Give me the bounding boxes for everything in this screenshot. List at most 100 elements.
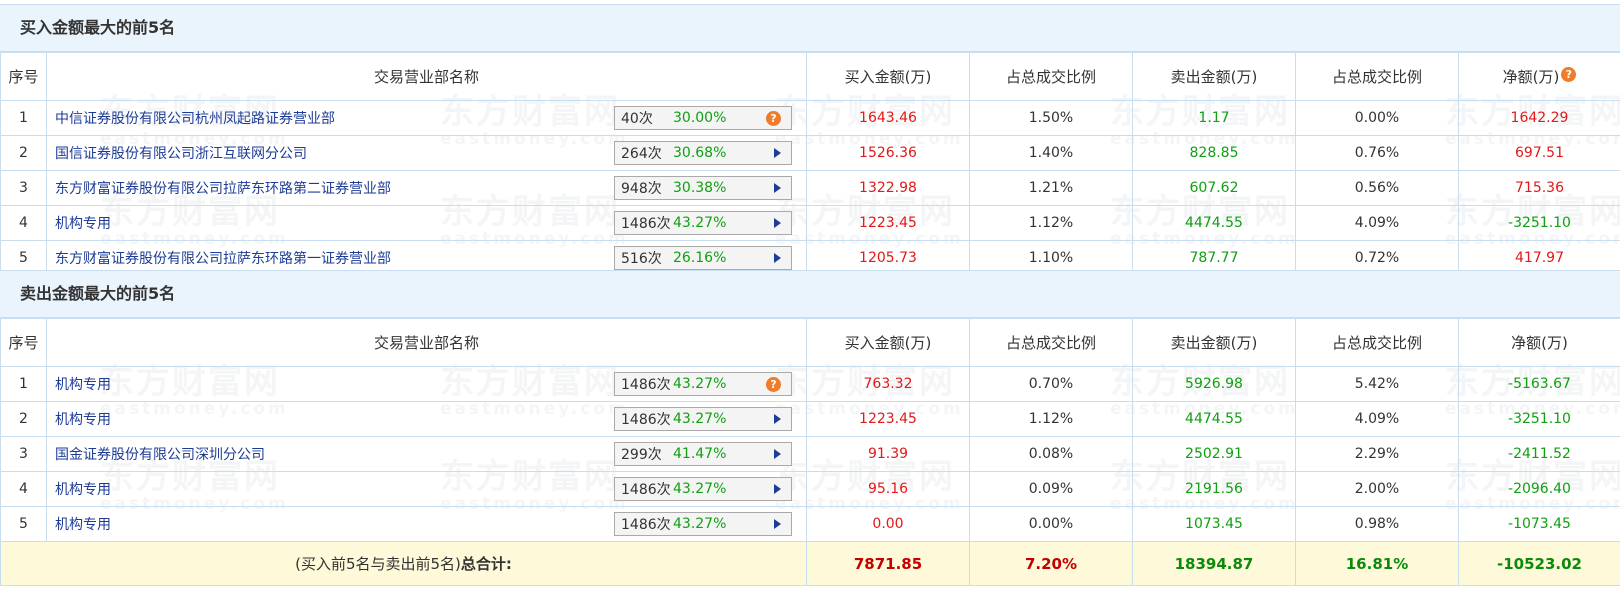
- header-net-label: 净额(万): [1502, 68, 1560, 86]
- trade-win-rate: 41.47%: [673, 446, 727, 462]
- play-arrow-icon[interactable]: [774, 519, 781, 529]
- sell-section-title: 卖出金额最大的前5名: [0, 270, 1620, 318]
- header-sell: 卖出金额(万): [1132, 52, 1296, 101]
- broker-name-link[interactable]: 机构专用: [55, 374, 111, 394]
- trade-stats-badge[interactable]: 1486次 43.27%: [614, 477, 792, 501]
- net-amount: -1073.45: [1458, 506, 1620, 542]
- net-amount: -2411.52: [1458, 436, 1620, 472]
- broker-cell: 机构专用 1486次 43.27%: [46, 401, 807, 437]
- sell-amount: 4474.55: [1132, 401, 1296, 437]
- header-sell-ratio: 占总成交比例: [1295, 52, 1459, 101]
- trade-stats-badge[interactable]: 299次 41.47%: [614, 442, 792, 466]
- broker-name-link[interactable]: 机构专用: [55, 479, 111, 499]
- total-label-bold: 总合计:: [460, 555, 512, 573]
- buy-ratio: 0.70%: [969, 366, 1133, 402]
- buy-amount: 95.16: [806, 471, 970, 507]
- header-buy: 买入金额(万): [806, 52, 970, 101]
- trade-stats-badge[interactable]: 1486次 43.27%: [614, 512, 792, 536]
- header-buy: 买入金额(万): [806, 318, 970, 367]
- table-row: 3 国金证券股份有限公司深圳分公司 299次 41.47% 91.39 0.08% 2502…: [0, 436, 1620, 472]
- broker-name-link[interactable]: 机构专用: [55, 409, 111, 429]
- trade-stats-badge[interactable]: 264次 30.68%: [614, 141, 792, 165]
- broker-name-link[interactable]: 东方财富证券股份有限公司拉萨东环路第一证券营业部: [55, 248, 391, 268]
- trade-stats-badge[interactable]: 1486次 43.27%?: [614, 372, 792, 396]
- question-icon[interactable]: ?: [766, 110, 781, 126]
- trade-count: 948次: [621, 181, 662, 197]
- trade-stats-badge[interactable]: 948次 30.38%: [614, 176, 792, 200]
- sell-ratio: 0.00%: [1295, 100, 1459, 136]
- table-row: 3 东方财富证券股份有限公司拉萨东环路第二证券营业部 948次 30.38% 1322.…: [0, 170, 1620, 206]
- header-name: 交易营业部名称: [46, 318, 807, 367]
- broker-cell: 中信证券股份有限公司杭州凤起路证券营业部 40次 30.00%?: [46, 100, 807, 136]
- row-index: 5: [0, 506, 47, 542]
- net-amount: 1642.29: [1458, 100, 1620, 136]
- trade-stats-badge[interactable]: 516次 26.16%: [614, 246, 792, 270]
- play-arrow-icon[interactable]: [774, 183, 781, 193]
- trade-win-rate: 43.27%: [673, 376, 727, 392]
- buy-amount: 1223.45: [806, 205, 970, 241]
- row-index: 2: [0, 401, 47, 437]
- play-arrow-icon[interactable]: [774, 218, 781, 228]
- sell-ratio: 4.09%: [1295, 401, 1459, 437]
- buy-amount: 91.39: [806, 436, 970, 472]
- header-sell-ratio: 占总成交比例: [1295, 318, 1459, 367]
- broker-cell: 国金证券股份有限公司深圳分公司 299次 41.47%: [46, 436, 807, 472]
- row-index: 1: [0, 366, 47, 402]
- trade-count: 1486次: [621, 377, 671, 393]
- sell-ratio: 4.09%: [1295, 205, 1459, 241]
- trade-stats-badge[interactable]: 1486次 43.27%: [614, 211, 792, 235]
- row-index: 4: [0, 471, 47, 507]
- trade-count: 1486次: [621, 216, 671, 232]
- play-arrow-icon[interactable]: [774, 484, 781, 494]
- total-sell: 18394.87: [1132, 541, 1296, 586]
- buy-amount: 1526.36: [806, 135, 970, 171]
- total-net: -10523.02: [1458, 541, 1620, 586]
- table-row: 4 机构专用 1486次 43.27% 95.16 0.09% 2191.56 2.00% -2…: [0, 471, 1620, 507]
- play-arrow-icon[interactable]: [774, 253, 781, 263]
- play-arrow-icon[interactable]: [774, 148, 781, 158]
- broker-cell: 机构专用 1486次 43.27%: [46, 506, 807, 542]
- header-idx: 序号: [0, 318, 47, 367]
- sell-top5-table: 序号 交易营业部名称 买入金额(万) 占总成交比例 卖出金额(万) 占总成交比例…: [0, 318, 1620, 586]
- net-amount: 697.51: [1458, 135, 1620, 171]
- trade-count: 516次: [621, 251, 662, 267]
- table-row: 5 机构专用 1486次 43.27% 0.00 0.00% 1073.45 0.98% -10…: [0, 506, 1620, 542]
- buy-ratio: 1.21%: [969, 170, 1133, 206]
- trade-stats-badge[interactable]: 1486次 43.27%: [614, 407, 792, 431]
- sell-ratio: 5.42%: [1295, 366, 1459, 402]
- header-buy-ratio: 占总成交比例: [969, 318, 1133, 367]
- buy-top5-table: 序号 交易营业部名称 买入金额(万) 占总成交比例 卖出金额(万) 占总成交比例…: [0, 52, 1620, 276]
- broker-name-link[interactable]: 机构专用: [55, 213, 111, 233]
- table-row: 1 机构专用 1486次 43.27%? 763.32 0.70% 5926.98 5.42%…: [0, 366, 1620, 402]
- trade-count: 1486次: [621, 482, 671, 498]
- broker-name-link[interactable]: 东方财富证券股份有限公司拉萨东环路第二证券营业部: [55, 178, 391, 198]
- sell-ratio: 0.56%: [1295, 170, 1459, 206]
- sell-ratio: 0.76%: [1295, 135, 1459, 171]
- sell-ratio: 2.00%: [1295, 471, 1459, 507]
- play-arrow-icon[interactable]: [774, 414, 781, 424]
- trade-count: 1486次: [621, 412, 671, 428]
- trade-win-rate: 43.27%: [673, 516, 727, 532]
- row-index: 4: [0, 205, 47, 241]
- question-icon[interactable]: ?: [766, 376, 781, 392]
- trade-stats-badge[interactable]: 40次 30.00%?: [614, 106, 792, 130]
- trade-win-rate: 30.38%: [673, 180, 727, 196]
- broker-name-link[interactable]: 国金证券股份有限公司深圳分公司: [55, 444, 265, 464]
- play-arrow-icon[interactable]: [774, 449, 781, 459]
- table-row: 2 机构专用 1486次 43.27% 1223.45 1.12% 4474.55 4.09%…: [0, 401, 1620, 437]
- buy-section-title: 买入金额最大的前5名: [0, 4, 1620, 52]
- sell-ratio: 2.29%: [1295, 436, 1459, 472]
- broker-name-link[interactable]: 机构专用: [55, 514, 111, 534]
- header-name: 交易营业部名称: [46, 52, 807, 101]
- broker-name-link[interactable]: 国信证券股份有限公司浙江互联网分公司: [55, 143, 307, 163]
- buy-ratio: 1.40%: [969, 135, 1133, 171]
- sell-amount: 5926.98: [1132, 366, 1296, 402]
- table-header-row: 序号 交易营业部名称 买入金额(万) 占总成交比例 卖出金额(万) 占总成交比例…: [0, 318, 1620, 367]
- header-idx: 序号: [0, 52, 47, 101]
- broker-name-link[interactable]: 中信证券股份有限公司杭州凤起路证券营业部: [55, 108, 335, 128]
- question-icon[interactable]: ?: [1561, 67, 1577, 82]
- trade-win-rate: 43.27%: [673, 481, 727, 497]
- sell-ratio: 0.98%: [1295, 506, 1459, 542]
- table-header-row: 序号 交易营业部名称 买入金额(万) 占总成交比例 卖出金额(万) 占总成交比例…: [0, 52, 1620, 101]
- total-label: (买入前5名与卖出前5名)总合计:: [0, 541, 807, 586]
